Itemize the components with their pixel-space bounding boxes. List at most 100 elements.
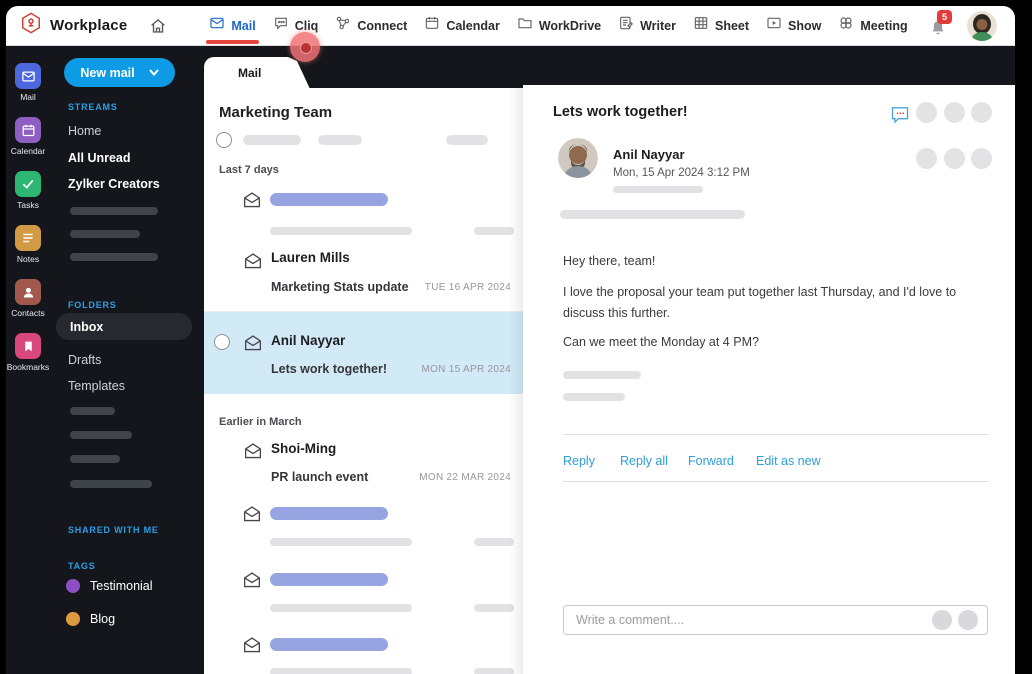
skeleton-bar (560, 210, 745, 219)
skeleton-bar (70, 253, 158, 261)
workdrive-icon (517, 15, 533, 36)
writer-icon (618, 15, 634, 36)
mail-app-icon (15, 63, 41, 89)
skeleton-bar (70, 455, 120, 463)
skeleton-bar (70, 230, 140, 238)
message-action-circle[interactable] (944, 148, 965, 169)
skeleton-bar (270, 573, 388, 586)
shared-section-label: SHARED WITH ME (68, 525, 159, 535)
rail-item-bookmarks[interactable]: Bookmarks (6, 333, 50, 372)
nav-mail[interactable]: Mail (206, 6, 259, 46)
sender-avatar (558, 138, 598, 178)
row-checkbox[interactable] (214, 334, 230, 350)
open-envelope-icon (242, 505, 262, 523)
nav-connect[interactable]: Connect (335, 6, 407, 46)
contacts-app-icon (15, 279, 41, 305)
brand[interactable]: Workplace (20, 12, 127, 39)
skeleton-bar (270, 193, 388, 206)
body-paragraph: Can we meet the Monday at 4 PM? (563, 335, 759, 349)
divider (563, 481, 988, 482)
body-paragraph: I love the proposal your team put togeth… (563, 285, 957, 320)
mail-icon (209, 15, 225, 36)
active-tab-underline (206, 39, 259, 44)
sidebar-item-drafts[interactable]: Drafts (68, 353, 101, 367)
show-icon (766, 15, 782, 36)
nav-writer[interactable]: Writer (618, 6, 676, 46)
click-indicator (290, 32, 320, 62)
reply-link[interactable]: Reply (563, 454, 595, 468)
divider (563, 434, 988, 435)
tasks-app-icon (15, 171, 41, 197)
nav-calendar[interactable]: Calendar (424, 6, 500, 46)
message-action-circle[interactable] (916, 148, 937, 169)
skeleton-bar (613, 186, 703, 193)
rail-item-notes[interactable]: Notes (6, 225, 50, 264)
user-avatar[interactable] (967, 10, 997, 41)
list-title: Marketing Team (219, 104, 333, 121)
sidebar-item-all-unread[interactable]: All Unread (68, 151, 131, 165)
message-subject: Lets work together! (553, 104, 688, 120)
rail-item-tasks[interactable]: Tasks (6, 171, 50, 210)
reply-all-link[interactable]: Reply all (620, 454, 668, 468)
nav-show[interactable]: Show (766, 6, 821, 46)
calendar-icon (424, 15, 440, 36)
reading-pane: Lets work together! Anil Nayyar Mon, 15 … (523, 85, 1015, 674)
mail-row-anil-nayyar-selected[interactable]: Anil Nayyar Lets work together! MON 15 A… (204, 312, 523, 394)
toolbar-action-circle[interactable] (971, 102, 992, 123)
topbar-right: 5 (929, 9, 1015, 41)
skeleton-bar (70, 207, 158, 215)
message-action-circle[interactable] (971, 148, 992, 169)
sidebar-item-home[interactable]: Home (68, 124, 101, 138)
nav-workdrive[interactable]: WorkDrive (517, 6, 601, 46)
open-envelope-icon (243, 252, 263, 270)
open-envelope-icon (243, 334, 263, 352)
toolbar-action-circle[interactable] (916, 102, 937, 123)
skeleton-bar (270, 668, 412, 674)
brand-name: Workplace (50, 17, 128, 34)
comment-action-circle[interactable] (932, 610, 952, 630)
sidebar-item-zylker-creators[interactable]: Zylker Creators (68, 177, 160, 191)
nav-sheet[interactable]: Sheet (693, 6, 749, 46)
sheet-icon (693, 15, 709, 36)
open-envelope-icon (242, 191, 262, 209)
skeleton-bar (270, 227, 412, 235)
skeleton-bar (270, 638, 388, 651)
sidebar-item-inbox[interactable]: Inbox (56, 313, 192, 340)
skeleton-bar (474, 227, 514, 235)
new-mail-button[interactable]: New mail (64, 58, 175, 87)
skeleton-bar (563, 371, 641, 379)
open-envelope-icon (243, 442, 263, 460)
open-envelope-icon (242, 571, 262, 589)
skeleton-bar (318, 135, 362, 145)
folders-section-label: FOLDERS (68, 300, 117, 310)
edit-as-new-link[interactable]: Edit as new (756, 454, 821, 468)
connect-icon (335, 15, 351, 36)
select-all-checkbox[interactable] (216, 132, 232, 148)
home-button[interactable] (149, 17, 167, 35)
comments-icon[interactable] (890, 105, 910, 129)
screen: Workplace Mail Cliq Connect Calendar Wor… (0, 0, 1032, 674)
rail-item-contacts[interactable]: Contacts (6, 279, 50, 318)
mail-sidebar: New mail STREAMS Home All Unread Zylker … (50, 46, 204, 674)
sidebar-item-templates[interactable]: Templates (68, 379, 125, 393)
comment-input[interactable] (576, 606, 906, 634)
cliq-icon (273, 15, 289, 36)
mail-list-panel: Marketing Team Last 7 days Lauren Mills … (204, 88, 523, 674)
rail-item-mail[interactable]: Mail (6, 63, 50, 102)
skeleton-bar (563, 393, 625, 401)
group-label-older: Earlier in March (219, 416, 302, 428)
bookmarks-app-icon (15, 333, 41, 359)
skeleton-bar (270, 604, 412, 612)
toolbar-action-circle[interactable] (944, 102, 965, 123)
notes-app-icon (15, 225, 41, 251)
body-paragraph: Hey there, team! (563, 254, 656, 268)
skeleton-bar (474, 604, 514, 612)
comment-action-circle[interactable] (958, 610, 978, 630)
streams-section-label: STREAMS (68, 102, 118, 112)
nav-meeting[interactable]: Meeting (838, 6, 908, 46)
forward-link[interactable]: Forward (688, 454, 734, 468)
skeleton-bar (474, 538, 514, 546)
tab-mail[interactable]: Mail (204, 57, 310, 89)
notifications-button[interactable]: 5 (929, 9, 952, 38)
rail-item-calendar[interactable]: Calendar (6, 117, 50, 156)
